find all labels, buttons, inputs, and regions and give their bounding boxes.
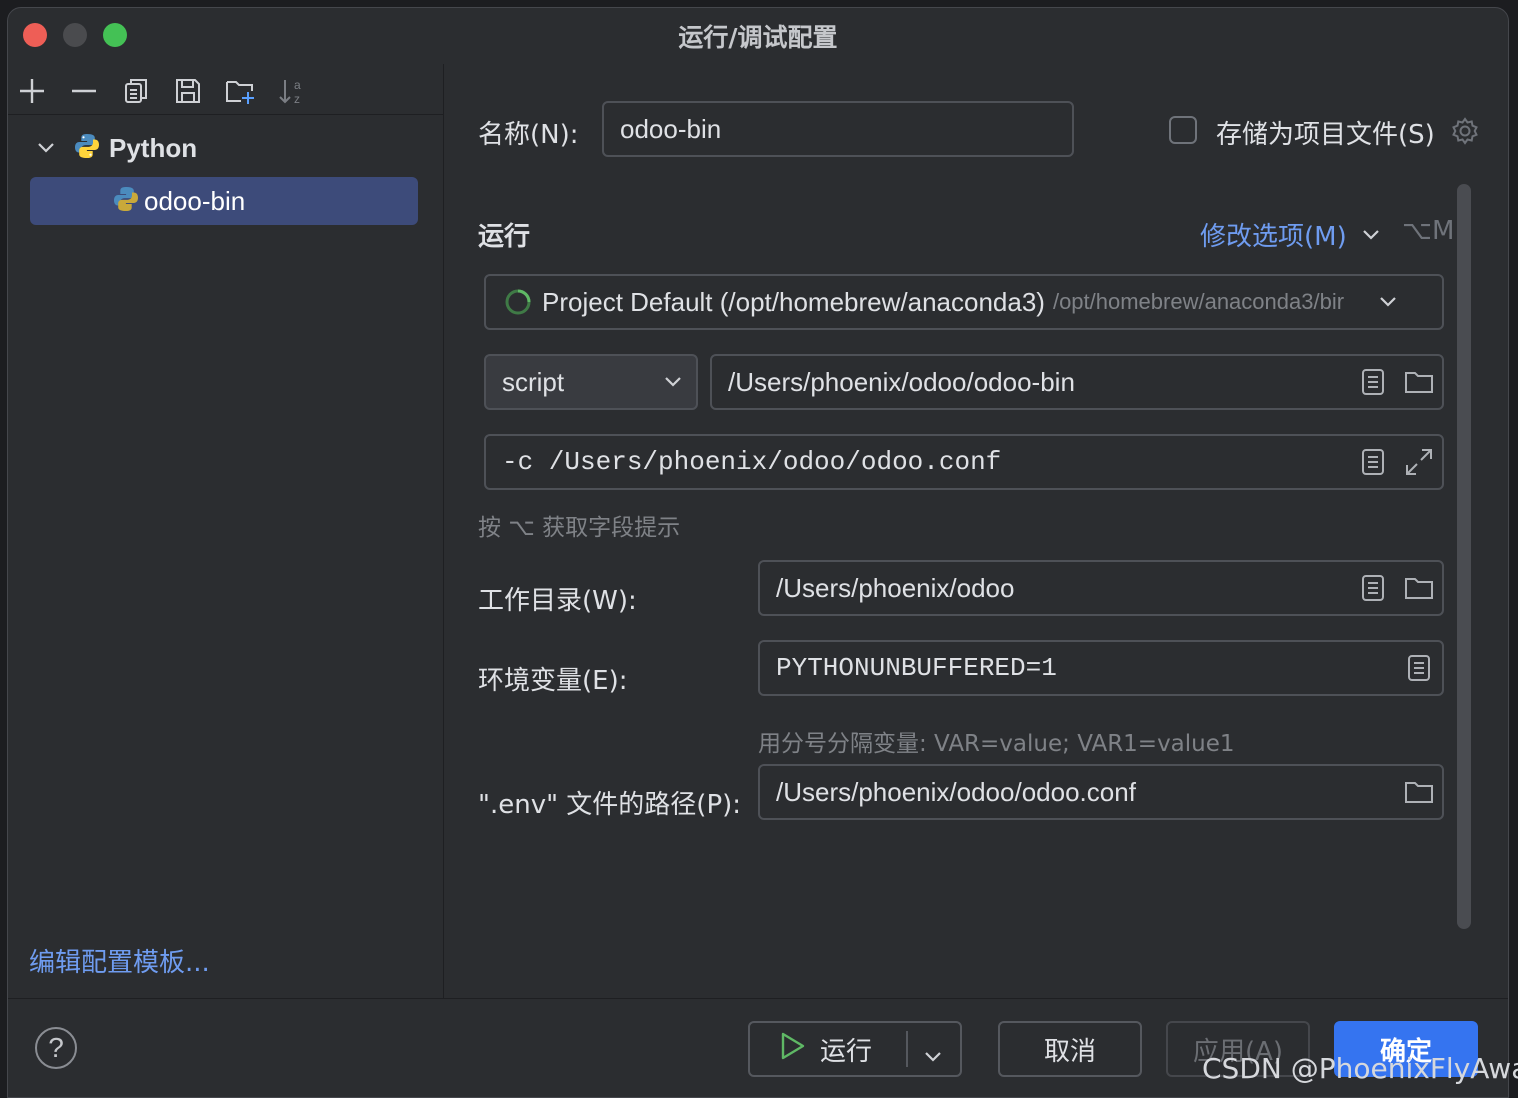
dotenv-field[interactable]: /Users/phoenix/odoo/odoo.conf bbox=[758, 764, 1444, 820]
workdir-label: 工作目录(W): bbox=[478, 586, 637, 616]
python-icon bbox=[112, 185, 140, 218]
sort-alpha-icon[interactable]: az bbox=[275, 74, 309, 108]
expand-icon[interactable] bbox=[1396, 447, 1442, 477]
title-bar: 运行/调试配置 bbox=[8, 8, 1508, 64]
watermark: CSDN @PhoenixFlyAway bbox=[1202, 1052, 1518, 1085]
svg-text:a: a bbox=[294, 78, 301, 92]
tree-group-python[interactable]: Python bbox=[33, 130, 197, 166]
dotenv-value: /Users/phoenix/odoo/odoo.conf bbox=[776, 776, 1136, 807]
interpreter-select[interactable]: Project Default (/opt/homebrew/anaconda3… bbox=[484, 274, 1444, 330]
chevron-down-icon[interactable] bbox=[650, 376, 696, 388]
play-icon bbox=[780, 1032, 806, 1067]
new-folder-icon[interactable] bbox=[223, 74, 257, 108]
env-value: PYTHONUNBUFFERED=1 bbox=[776, 653, 1057, 683]
help-button[interactable]: ? bbox=[35, 1027, 77, 1069]
folder-icon[interactable] bbox=[1396, 369, 1442, 395]
field-hint: 按 ⌥ 获取字段提示 bbox=[478, 515, 681, 541]
script-path-field[interactable]: /Users/phoenix/odoo/odoo-bin bbox=[710, 354, 1444, 410]
run-button-label: 运行 bbox=[820, 1036, 873, 1067]
store-as-file-checkbox[interactable] bbox=[1169, 116, 1197, 144]
edit-templates-link[interactable]: 编辑配置模板... bbox=[29, 942, 210, 979]
folder-icon[interactable] bbox=[1396, 575, 1442, 601]
chevron-down-icon[interactable] bbox=[924, 1040, 942, 1070]
dotenv-label: ".env" 文件的路径(P): bbox=[478, 790, 742, 820]
name-value: odoo-bin bbox=[620, 113, 722, 144]
env-field[interactable]: PYTHONUNBUFFERED=1 bbox=[758, 640, 1444, 696]
script-type-select[interactable]: script bbox=[484, 354, 698, 410]
workdir-field[interactable]: /Users/phoenix/odoo bbox=[758, 560, 1444, 616]
env-hint: 用分号分隔变量: VAR=value; VAR1=value1 bbox=[758, 731, 1235, 757]
list-icon[interactable] bbox=[1350, 448, 1396, 476]
python-icon bbox=[73, 132, 101, 165]
folder-icon[interactable] bbox=[1396, 779, 1442, 805]
cancel-button[interactable]: 取消 bbox=[998, 1021, 1142, 1077]
tree-item-odoo-bin[interactable]: odoo-bin bbox=[30, 177, 418, 225]
name-field[interactable]: odoo-bin bbox=[602, 101, 1074, 157]
save-icon[interactable] bbox=[171, 74, 205, 108]
interpreter-path: /opt/homebrew/anaconda3/bir bbox=[1052, 289, 1345, 314]
loading-spinner-icon bbox=[504, 288, 532, 316]
interpreter-main: Project Default (/opt/homebrew/anaconda3… bbox=[542, 286, 1045, 317]
gear-icon[interactable] bbox=[1450, 116, 1480, 151]
list-icon[interactable] bbox=[1396, 654, 1442, 682]
tree-item-label: odoo-bin bbox=[144, 185, 246, 216]
tree-group-label: Python bbox=[109, 132, 198, 163]
vertical-scrollbar[interactable] bbox=[1457, 184, 1471, 929]
run-section-label: 运行 bbox=[478, 222, 531, 252]
add-icon[interactable] bbox=[15, 74, 49, 108]
tree-toolbar: az bbox=[8, 64, 443, 115]
script-params-value: -c /Users/phoenix/odoo/odoo.conf bbox=[502, 447, 1002, 477]
run-button-separator bbox=[906, 1031, 908, 1067]
copy-icon[interactable] bbox=[119, 74, 153, 108]
chevron-down-icon[interactable] bbox=[1365, 296, 1411, 308]
modify-options-link[interactable]: 修改选项(M) bbox=[1200, 216, 1347, 253]
name-label: 名称(N): bbox=[478, 120, 579, 150]
chevron-down-icon[interactable] bbox=[1362, 228, 1380, 246]
modify-options-shortcut: ⌥M bbox=[1402, 216, 1455, 246]
env-label: 环境变量(E): bbox=[478, 666, 628, 696]
script-params-field[interactable]: -c /Users/phoenix/odoo/odoo.conf bbox=[484, 434, 1444, 490]
remove-icon[interactable] bbox=[67, 74, 101, 108]
run-button[interactable]: 运行 bbox=[748, 1021, 962, 1077]
list-icon[interactable] bbox=[1350, 368, 1396, 396]
window-title: 运行/调试配置 bbox=[678, 23, 838, 52]
config-form-pane: 名称(N): odoo-bin 存储为项目文件(S) 运行 修改选项(M) ⌥M… bbox=[444, 64, 1508, 998]
run-debug-config-window: 运行/调试配置 az Python odoo-bin 编辑配置模板... 名称(… bbox=[7, 7, 1509, 1098]
list-icon[interactable] bbox=[1350, 574, 1396, 602]
store-as-file-label: 存储为项目文件(S) bbox=[1216, 120, 1435, 150]
script-type-value: script bbox=[502, 366, 565, 397]
chevron-down-icon[interactable] bbox=[33, 142, 59, 154]
svg-text:z: z bbox=[294, 92, 300, 106]
script-path-value: /Users/phoenix/odoo/odoo-bin bbox=[728, 366, 1075, 397]
config-tree-pane: az Python odoo-bin 编辑配置模板... bbox=[8, 64, 444, 998]
workdir-value: /Users/phoenix/odoo bbox=[776, 572, 1015, 603]
